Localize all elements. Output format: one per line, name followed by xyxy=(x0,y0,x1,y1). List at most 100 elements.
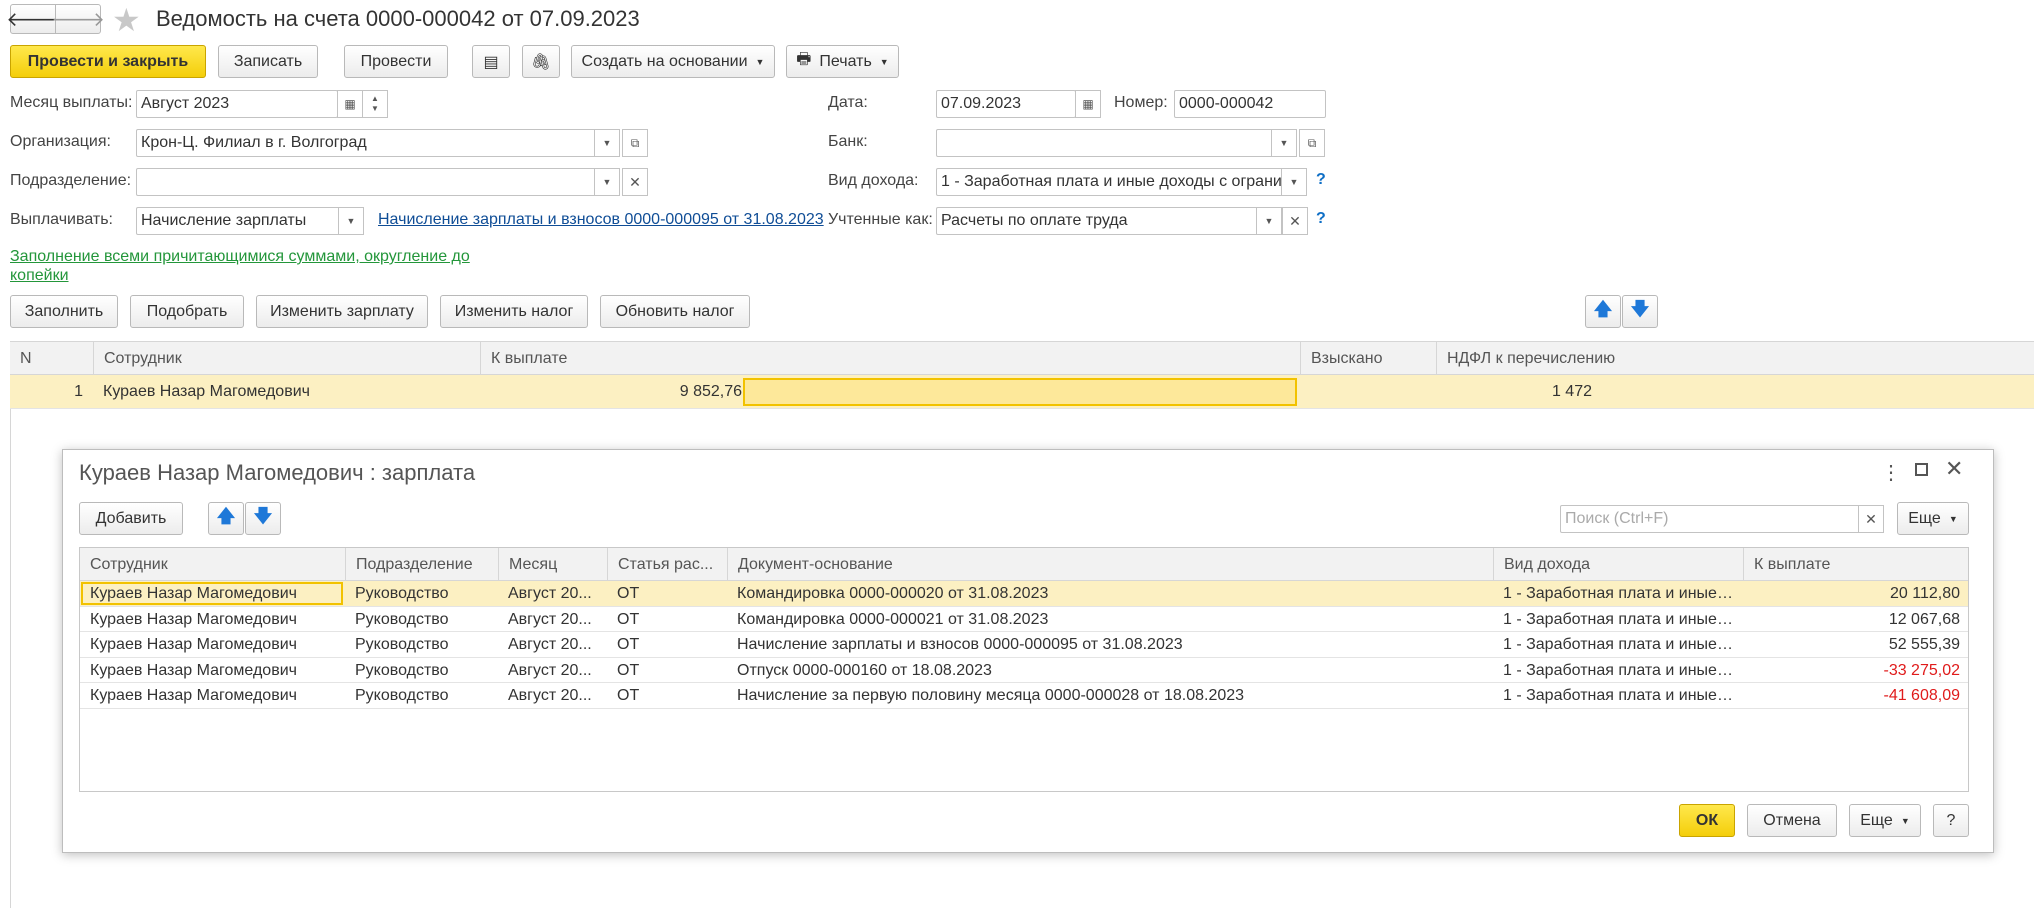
number-label: Номер: xyxy=(1114,94,1168,111)
cell-amount: 52 555,39 xyxy=(1888,636,1960,653)
col-month[interactable]: Месяц xyxy=(498,548,607,581)
accounted-field[interactable]: Расчеты по оплате труда xyxy=(936,207,1260,235)
help-button[interactable]: ? xyxy=(1933,804,1969,837)
cell-item: ОТ xyxy=(617,585,640,602)
step-up-icon: ▲ xyxy=(371,94,379,103)
table-row[interactable]: 1 Кураев Назар Магомедович 9 852,76 1 47… xyxy=(10,375,2034,409)
dept-label: Подразделение: xyxy=(10,172,132,189)
table-row[interactable]: Кураев Назар Магомедович Руководство Авгус… xyxy=(80,581,1968,607)
dialog-title: Кураев Назар Магомедович : зарплата xyxy=(79,460,476,485)
forward-button[interactable]: 🡒 xyxy=(51,4,105,34)
add-button[interactable]: Добавить xyxy=(79,502,183,535)
salary-table: Сотрудник Подразделение Месяц Статья рас… xyxy=(79,547,1969,792)
paperclip-icon: 🖇 xyxy=(530,53,552,71)
post-and-close-button[interactable]: Провести и закрыть xyxy=(10,45,206,78)
cell-document: Начисление зарплаты и взносов 0000-00009… xyxy=(737,636,1183,653)
dept-field[interactable] xyxy=(136,168,598,196)
date-calendar-button[interactable]: ▦ xyxy=(1075,90,1101,118)
col-amount[interactable]: К выплате xyxy=(480,342,1300,376)
cell-amount: -33 275,02 xyxy=(1883,661,1960,679)
payroll-document-link[interactable]: Начисление зарплаты и взносов 0000-00009… xyxy=(378,211,824,229)
org-open-button[interactable]: ⧉ xyxy=(622,129,648,157)
col-item[interactable]: Статья рас... xyxy=(607,548,727,581)
col-dept[interactable]: Подразделение xyxy=(345,548,498,581)
arrow-right-icon: 🡒 xyxy=(51,8,105,31)
open-window-icon: ⧉ xyxy=(630,135,640,150)
more-button[interactable]: Еще ▼ xyxy=(1897,502,1969,535)
create-based-on-button[interactable]: Создать на основании ▼ xyxy=(571,45,775,78)
print-button[interactable]: 🖶 Печать ▼ xyxy=(786,45,899,78)
col-document[interactable]: Документ-основание xyxy=(727,548,1493,581)
dept-dropdown-button[interactable]: ▼ xyxy=(594,168,620,196)
more-vertical-icon[interactable]: ⋮ xyxy=(1881,460,1901,485)
dept-clear-button[interactable]: ✕ xyxy=(622,168,648,196)
month-stepper[interactable]: ▲ ▼ xyxy=(362,90,388,118)
pay-field[interactable]: Начисление зарплаты xyxy=(136,207,342,235)
change-tax-button[interactable]: Изменить налог xyxy=(440,295,588,328)
attach-button[interactable]: 🖇 xyxy=(522,45,560,78)
maximize-icon[interactable] xyxy=(1915,463,1928,476)
document-list-icon: ▤ xyxy=(483,53,499,71)
number-field[interactable]: 0000-000042 xyxy=(1174,90,1326,118)
pay-dropdown-button[interactable]: ▼ xyxy=(338,207,364,235)
main-table-header: N Сотрудник К выплате Взыскано НДФЛ к пе… xyxy=(10,341,2034,376)
table-row[interactable]: Кураев Назар Магомедович Руководство Авгус… xyxy=(80,658,1968,683)
active-cell-editor[interactable] xyxy=(743,378,1297,406)
save-button[interactable]: Записать xyxy=(218,45,318,78)
table-row[interactable]: Кураев Назар Магомедович Руководство Авгус… xyxy=(80,683,1968,709)
close-icon[interactable]: ✕ xyxy=(1945,456,1963,482)
row-amount: 9 852,76 xyxy=(679,383,742,400)
accounted-clear-button[interactable]: ✕ xyxy=(1282,207,1308,235)
bank-dropdown-button[interactable]: ▼ xyxy=(1271,129,1297,157)
salary-dialog: Кураев Назар Магомедович : зарплата ⋮ ✕ … xyxy=(62,449,1994,853)
accounted-dropdown-button[interactable]: ▼ xyxy=(1256,207,1282,235)
col-income[interactable]: Вид дохода xyxy=(1493,548,1743,581)
cell-employee: Кураев Назар Магомедович xyxy=(90,687,297,704)
table-row[interactable]: Кураев Назар Магомедович Руководство Авгус… xyxy=(80,607,1968,632)
fill-mode-link[interactable]: Заполнение всеми причитающимися суммами,… xyxy=(10,247,480,285)
org-field[interactable]: Крон-Ц. Филиал в г. Волгоград xyxy=(136,129,598,157)
search-clear-button[interactable]: ✕ xyxy=(1858,505,1884,533)
cell-income: 1 - Заработная плата и иные ... xyxy=(1503,661,1735,679)
move-up-button[interactable]: 🡅 xyxy=(1585,295,1621,328)
cell-amount: -41 608,09 xyxy=(1883,687,1960,704)
month-field[interactable]: Август 2023 xyxy=(136,90,338,118)
chevron-down-icon: ▼ xyxy=(346,216,356,226)
back-button[interactable]: 🡐 xyxy=(6,4,60,34)
col-withheld[interactable]: Взыскано xyxy=(1300,342,1436,376)
col-employee[interactable]: Сотрудник xyxy=(80,548,345,581)
update-tax-button[interactable]: Обновить налог xyxy=(600,295,750,328)
move-down-button[interactable]: 🡇 xyxy=(1622,295,1658,328)
cell-month: Август 20... xyxy=(508,661,592,679)
dropdown-arrow-icon: ▼ xyxy=(1900,815,1910,826)
fill-button[interactable]: Заполнить xyxy=(10,295,118,328)
income-field[interactable]: 1 - Заработная плата и иные доходы с огр… xyxy=(936,168,1284,196)
more-actions-button[interactable]: Еще ▼ xyxy=(1849,804,1921,837)
table-row[interactable]: Кураев Назар Магомедович Руководство Авгус… xyxy=(80,632,1968,658)
cancel-button[interactable]: Отмена xyxy=(1747,804,1837,837)
col-ndfl[interactable]: НДФЛ к перечислению xyxy=(1436,342,2034,376)
select-button[interactable]: Подобрать xyxy=(130,295,244,328)
col-amount[interactable]: К выплате xyxy=(1743,548,1970,581)
bank-open-button[interactable]: ⧉ xyxy=(1299,129,1325,157)
bank-field[interactable] xyxy=(936,129,1274,157)
dialog-move-down-button[interactable]: 🡇 xyxy=(245,502,281,535)
accounted-help-icon[interactable]: ? xyxy=(1316,210,1326,228)
col-employee[interactable]: Сотрудник xyxy=(93,342,480,376)
chevron-down-icon: ▼ xyxy=(1264,216,1274,226)
post-button[interactable]: Провести xyxy=(344,45,448,78)
cell-amount: 20 112,80 xyxy=(1890,585,1960,602)
col-n[interactable]: N xyxy=(10,342,93,376)
org-dropdown-button[interactable]: ▼ xyxy=(594,129,620,157)
month-calendar-button[interactable]: ▦ xyxy=(337,90,363,118)
date-field[interactable]: 07.09.2023 xyxy=(936,90,1076,118)
search-input[interactable]: Поиск (Ctrl+F) xyxy=(1560,505,1860,533)
dialog-move-up-button[interactable]: 🡅 xyxy=(208,502,244,535)
change-salary-button[interactable]: Изменить зарплату xyxy=(256,295,428,328)
ok-button[interactable]: ОК xyxy=(1679,804,1735,837)
report-button[interactable]: ▤ xyxy=(472,45,510,78)
income-dropdown-button[interactable]: ▼ xyxy=(1281,168,1307,196)
cell-dept: Руководство xyxy=(355,585,449,602)
favorite-star-icon[interactable]: ★ xyxy=(112,1,141,39)
income-help-icon[interactable]: ? xyxy=(1316,171,1326,189)
